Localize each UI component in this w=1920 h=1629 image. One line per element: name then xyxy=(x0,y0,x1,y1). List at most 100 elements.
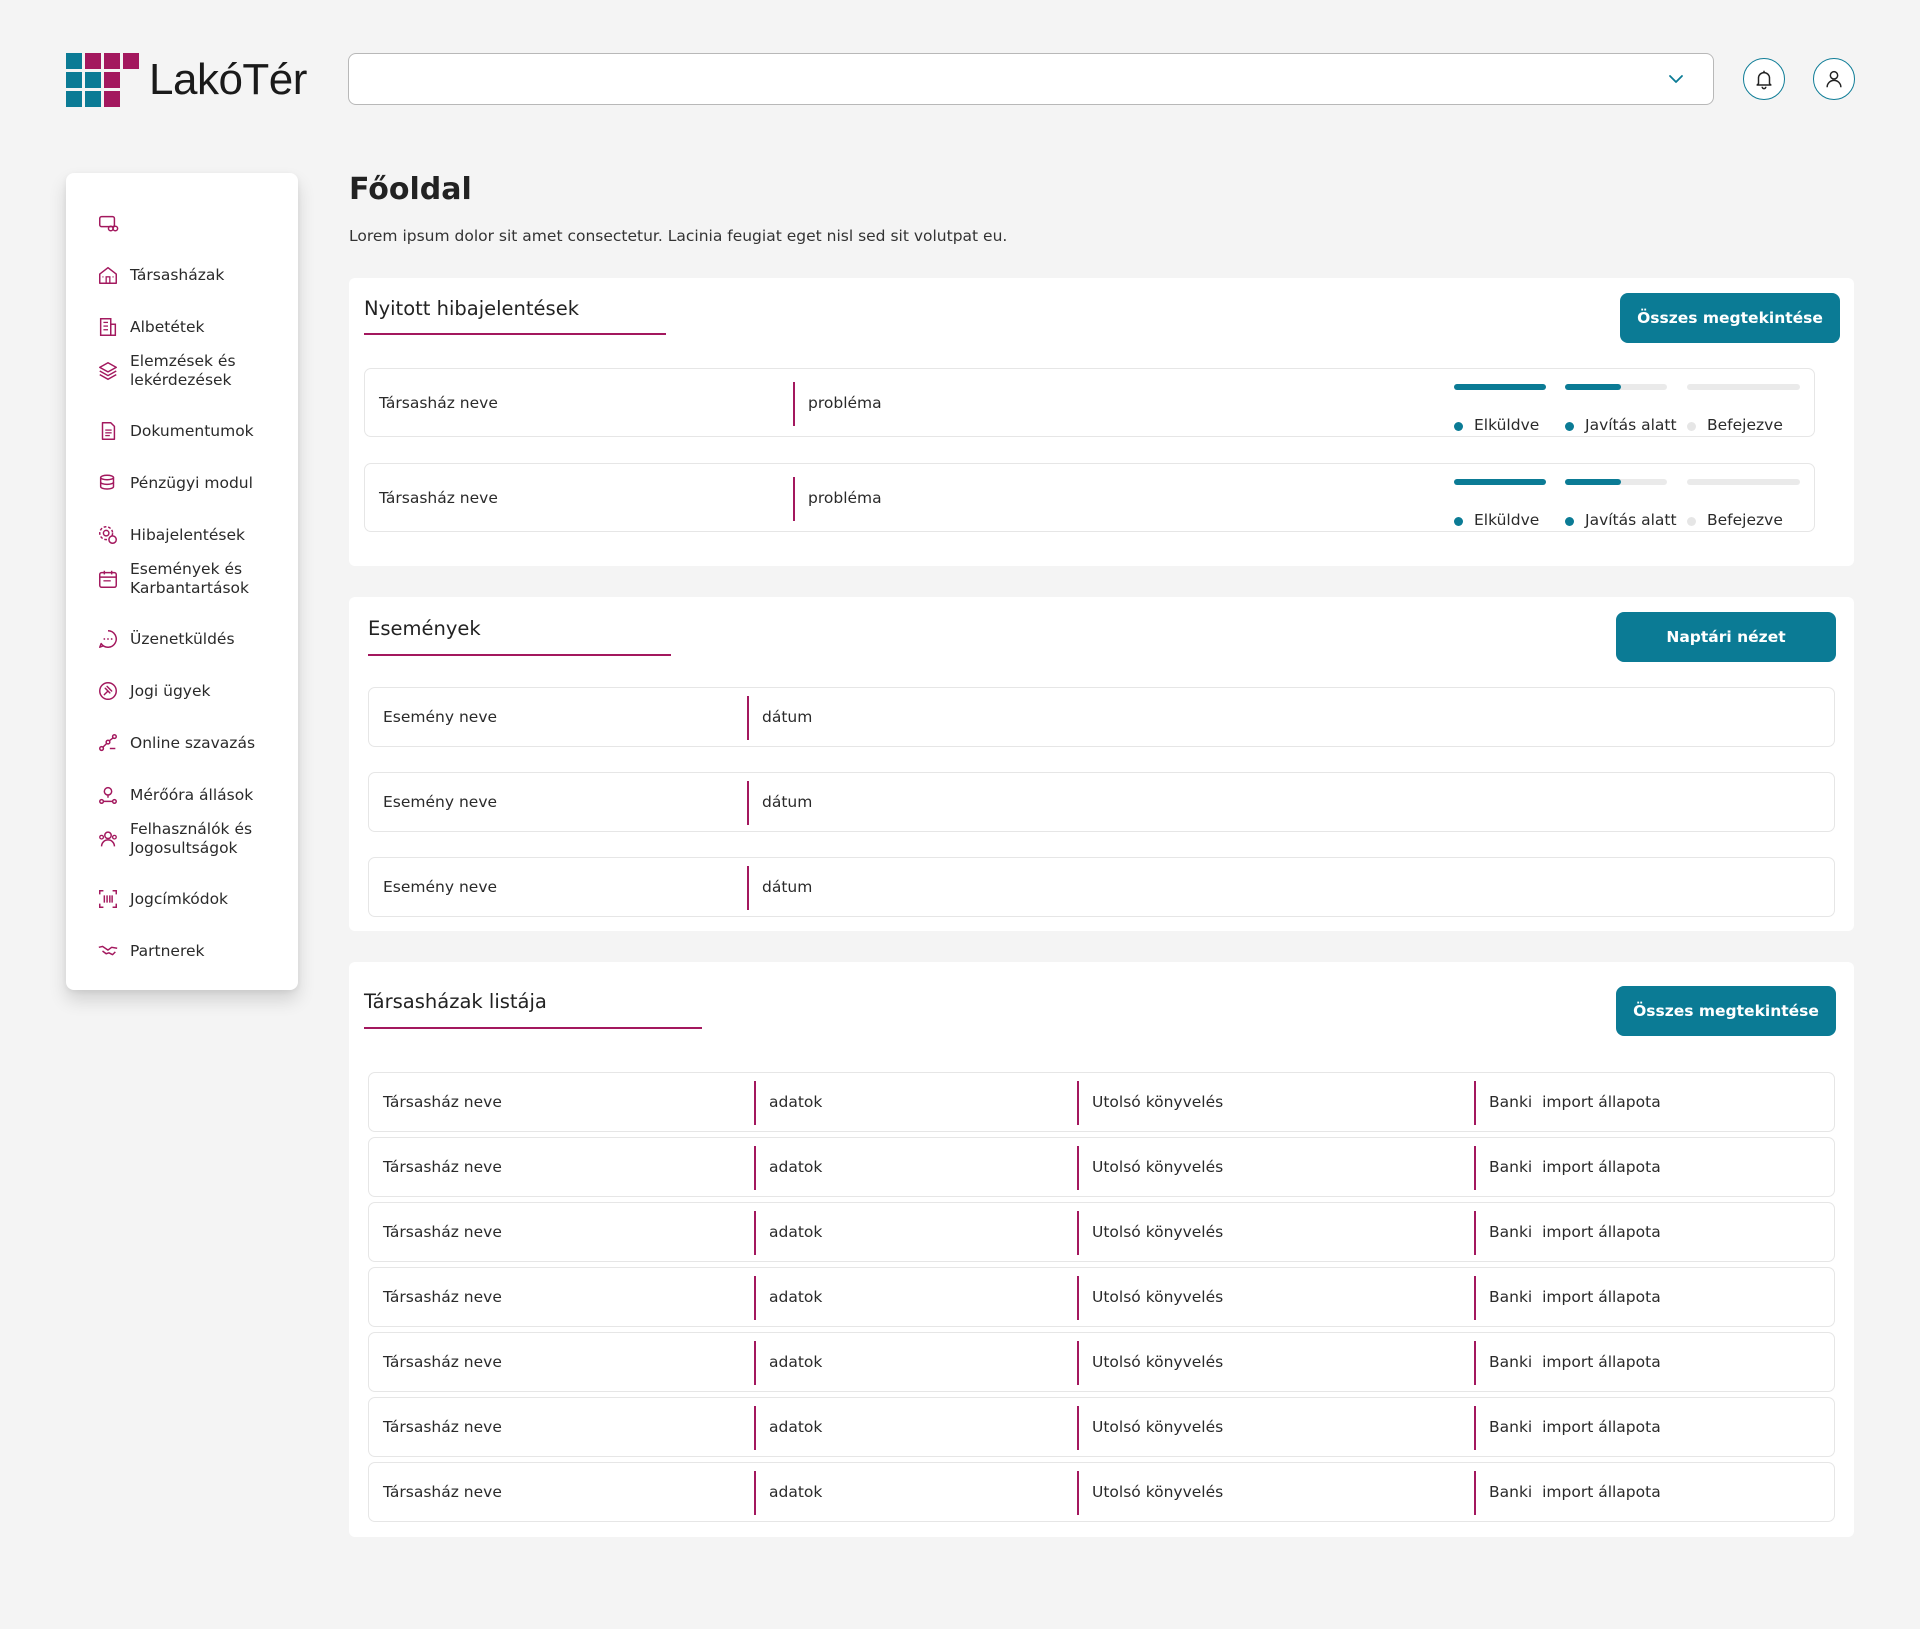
sidebar-item-label: Jogi ügyek xyxy=(130,681,211,700)
sidebar-item-label: Események és Karbantartások xyxy=(130,560,249,597)
house-name: Társasház neve xyxy=(379,488,498,507)
sidebar-item-vehicles[interactable] xyxy=(66,211,298,235)
problem: probléma xyxy=(808,393,882,412)
last-booking: Utolsó könyvelés xyxy=(1092,1288,1224,1306)
profile-button[interactable] xyxy=(1813,58,1855,100)
separator xyxy=(1474,1341,1476,1385)
logo-text: LakóTér xyxy=(149,54,307,104)
house-name: Társasház neve xyxy=(383,1353,502,1371)
separator xyxy=(754,1406,756,1450)
separator xyxy=(1077,1276,1079,1320)
page-description: Lorem ipsum dolor sit amet consectetur. … xyxy=(349,227,1008,245)
status-label: Elküldve xyxy=(1474,416,1540,434)
sidebar-item-esemenyek[interactable]: Események és Karbantartások xyxy=(66,559,298,599)
table-row[interactable]: Társasház neve adatok Utolsó könyvelés B… xyxy=(368,1202,1835,1262)
bell-icon xyxy=(1756,70,1772,90)
sidebar-item-albetetek[interactable]: Albetétek xyxy=(66,307,298,347)
sidebar-item-online-szavazas[interactable]: Online szavazás xyxy=(66,723,298,763)
last-booking: Utolsó könyvelés xyxy=(1092,1093,1224,1111)
report-row[interactable]: Társasház neve probléma Elküldve Javítás… xyxy=(364,368,1815,437)
status-dot xyxy=(1565,422,1574,431)
calendar-icon xyxy=(96,567,120,591)
house-name: Társasház neve xyxy=(383,1158,502,1176)
house-select[interactable] xyxy=(348,53,1714,105)
sidebar-item-hibajelentesek[interactable]: Hibajelentések xyxy=(66,515,298,555)
house-name: Társasház neve xyxy=(383,1223,502,1241)
sidebar-item-jogcimkodok[interactable]: Jogcímkódok xyxy=(66,879,298,919)
sidebar-item-elemzesek[interactable]: Elemzések és lekérdezések xyxy=(66,351,298,391)
status-dot xyxy=(1454,422,1463,431)
calendar-view-button[interactable]: Naptári nézet xyxy=(1616,612,1836,662)
event-name: Esemény neve xyxy=(383,878,498,896)
sidebar-item-jogi-ugyek[interactable]: Jogi ügyek xyxy=(66,671,298,711)
vote-icon xyxy=(96,731,120,755)
event-row[interactable]: Esemény neve dátum xyxy=(368,772,1835,832)
sidebar-item-meroora[interactable]: Mérőóra állások xyxy=(66,775,298,815)
notifications-button[interactable] xyxy=(1743,58,1785,100)
title-underline xyxy=(364,333,666,335)
table-row[interactable]: Társasház neve adatok Utolsó könyvelés B… xyxy=(368,1462,1835,1522)
sidebar-item-felhasznalok[interactable]: Felhasználók és Jogosultságok xyxy=(66,819,298,859)
status-label: Befejezve xyxy=(1707,511,1783,529)
separator xyxy=(1077,1081,1079,1125)
table-row[interactable]: Társasház neve adatok Utolsó könyvelés B… xyxy=(368,1072,1835,1132)
car-icon xyxy=(96,211,120,235)
house-data: adatok xyxy=(769,1353,823,1371)
card-title: Események xyxy=(368,617,481,640)
progress-fill xyxy=(1454,384,1546,390)
sidebar-item-label: Elemzések és lekérdezések xyxy=(130,352,236,389)
bank-import-status: Banki import állapota xyxy=(1489,1093,1661,1111)
event-row[interactable]: Esemény neve dátum xyxy=(368,687,1835,747)
separator xyxy=(1077,1471,1079,1515)
house-data: adatok xyxy=(769,1093,823,1111)
view-all-houses-button[interactable]: Összes megtekintése xyxy=(1616,986,1836,1036)
sidebar-item-label: Partnerek xyxy=(130,941,205,960)
sidebar-item-label: Mérőóra állások xyxy=(130,785,254,804)
card-title: Társasházak listája xyxy=(364,990,547,1013)
house-name: Társasház neve xyxy=(379,393,498,412)
report-row[interactable]: Társasház neve probléma Elküldve Javítás… xyxy=(364,463,1815,532)
progress-fill xyxy=(1565,384,1622,390)
view-all-reports-button[interactable]: Összes megtekintése xyxy=(1620,293,1840,343)
sidebar-item-dokumentumok[interactable]: Dokumentumok xyxy=(66,411,298,451)
status-label: Javítás alatt xyxy=(1585,511,1677,529)
separator xyxy=(754,1276,756,1320)
bank-import-status: Banki import állapota xyxy=(1489,1418,1661,1436)
table-row[interactable]: Társasház neve adatok Utolsó könyvelés B… xyxy=(368,1267,1835,1327)
page-title: Főoldal xyxy=(349,172,472,207)
separator xyxy=(1077,1406,1079,1450)
sidebar-item-label: Jogcímkódok xyxy=(130,889,229,908)
problem: probléma xyxy=(808,488,882,507)
separator xyxy=(754,1471,756,1515)
event-date: dátum xyxy=(762,708,813,726)
sidebar-item-label: Társasházak xyxy=(130,265,225,284)
table-row[interactable]: Társasház neve adatok Utolsó könyvelés B… xyxy=(368,1397,1835,1457)
events-card: Események Naptári nézet Esemény neve dát… xyxy=(349,597,1854,931)
house-data: adatok xyxy=(769,1418,823,1436)
separator xyxy=(1474,1406,1476,1450)
event-date: dátum xyxy=(762,878,813,896)
gear-warning-icon xyxy=(96,523,120,547)
sidebar-item-partnerek[interactable]: Partnerek xyxy=(66,931,298,971)
sidebar-item-uzenetkuldes[interactable]: Üzenetküldés xyxy=(66,619,298,659)
last-booking: Utolsó könyvelés xyxy=(1092,1483,1224,1501)
house-data: adatok xyxy=(769,1223,823,1241)
status-dot xyxy=(1565,517,1574,526)
event-name: Esemény neve xyxy=(383,793,498,811)
open-reports-card: Nyitott hibajelentések Összes megtekinté… xyxy=(349,278,1854,566)
status-label: Elküldve xyxy=(1474,511,1540,529)
event-row[interactable]: Esemény neve dátum xyxy=(368,857,1835,917)
sidebar-item-tarsashazak[interactable]: Társasházak xyxy=(66,255,298,295)
chevron-down-icon xyxy=(1669,75,1683,83)
last-booking: Utolsó könyvelés xyxy=(1092,1223,1224,1241)
status-dot xyxy=(1687,517,1696,526)
house-name: Társasház neve xyxy=(383,1483,502,1501)
separator xyxy=(1077,1211,1079,1255)
app-logo[interactable]: LakóTér xyxy=(66,52,307,107)
sidebar-item-label: Felhasználók és Jogosultságok xyxy=(130,820,253,857)
table-row[interactable]: Társasház neve adatok Utolsó könyvelés B… xyxy=(368,1332,1835,1392)
sidebar: Társasházak Albetétek Elemzések és lekér… xyxy=(66,173,298,990)
table-row[interactable]: Társasház neve adatok Utolsó könyvelés B… xyxy=(368,1137,1835,1197)
last-booking: Utolsó könyvelés xyxy=(1092,1158,1224,1176)
sidebar-item-penzugyi-modul[interactable]: Pénzügyi modul xyxy=(66,463,298,503)
